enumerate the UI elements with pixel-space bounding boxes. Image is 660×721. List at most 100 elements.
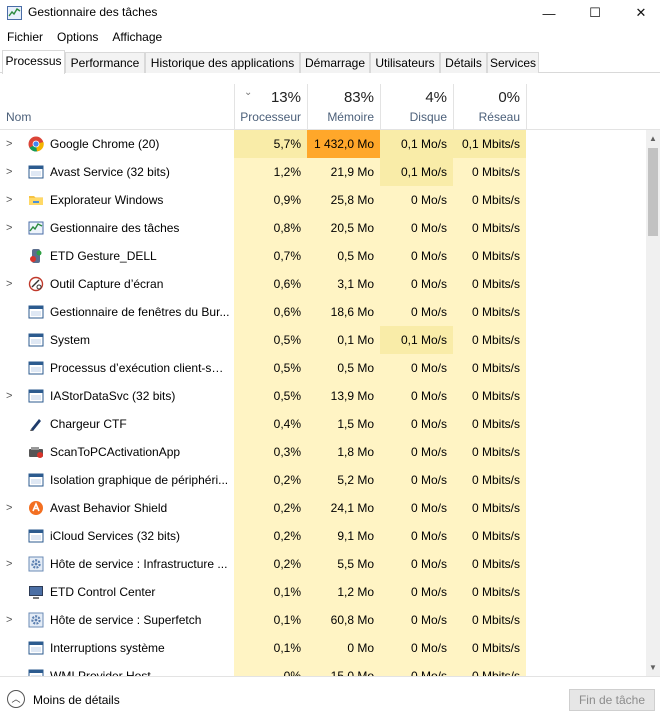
disk-cell: 0 Mo/s bbox=[380, 522, 453, 550]
expand-chevron-icon[interactable]: > bbox=[6, 130, 18, 158]
process-row[interactable]: > Outil Capture d’écran 0,6% 3,1 Mo 0 Mo… bbox=[0, 270, 646, 298]
cpu-cell: 0,2% bbox=[234, 522, 307, 550]
process-row[interactable]: > Google Chrome (20) 5,7% 1 432,0 Mo 0,1… bbox=[0, 130, 646, 158]
process-name: WMI Provider Host bbox=[50, 669, 151, 676]
disk-cell: 0,1 Mo/s bbox=[380, 326, 453, 354]
disk-cell: 0 Mo/s bbox=[380, 242, 453, 270]
end-task-button[interactable]: Fin de tâche bbox=[569, 689, 655, 711]
memory-cell: 5,5 Mo bbox=[307, 550, 380, 578]
process-name: Gestionnaire des tâches bbox=[50, 221, 180, 235]
network-cell: 0 Mbits/s bbox=[453, 662, 526, 676]
expand-chevron-icon[interactable]: > bbox=[6, 270, 18, 298]
cpu-cell: 0,5% bbox=[234, 354, 307, 382]
service-window-icon bbox=[28, 388, 44, 404]
column-header-cpu[interactable]: 13% Processeur bbox=[234, 84, 307, 130]
process-row[interactable]: Isolation graphique de périphéri... 0,2%… bbox=[0, 466, 646, 494]
network-cell: 0,1 Mbits/s bbox=[453, 130, 526, 158]
process-row[interactable]: System 0,5% 0,1 Mo 0,1 Mo/s 0 Mbits/s bbox=[0, 326, 646, 354]
column-header-disk[interactable]: 4% Disque bbox=[380, 84, 453, 130]
cpu-cell: 0,4% bbox=[234, 410, 307, 438]
vertical-scrollbar[interactable]: ▲ ▼ bbox=[646, 130, 660, 676]
process-row[interactable]: Gestionnaire de fenêtres du Bur... 0,6% … bbox=[0, 298, 646, 326]
process-row[interactable]: Interruptions système 0,1% 0 Mo 0 Mo/s 0… bbox=[0, 634, 646, 662]
collapse-chevron-up-icon[interactable]: ︿ bbox=[7, 690, 25, 708]
expand-chevron-icon[interactable]: > bbox=[6, 382, 18, 410]
memory-cell: 15,0 Mo bbox=[307, 662, 380, 676]
process-name: Explorateur Windows bbox=[50, 193, 164, 207]
disk-cell: 0 Mo/s bbox=[380, 578, 453, 606]
cpu-cell: 0,5% bbox=[234, 382, 307, 410]
tab-performance[interactable]: Performance bbox=[65, 52, 145, 73]
tab-services[interactable]: Services bbox=[487, 52, 539, 73]
tab-bar: Processus Performance Historique des app… bbox=[0, 50, 660, 74]
menu-options[interactable]: Options bbox=[50, 28, 105, 48]
scrollbar-thumb[interactable] bbox=[648, 148, 658, 236]
process-row[interactable]: ScanToPCActivationApp 0,3% 1,8 Mo 0 Mo/s… bbox=[0, 438, 646, 466]
process-row[interactable]: ETD Control Center 0,1% 1,2 Mo 0 Mo/s 0 … bbox=[0, 578, 646, 606]
column-divider[interactable] bbox=[526, 84, 527, 130]
disk-cell: 0 Mo/s bbox=[380, 410, 453, 438]
network-cell: 0 Mbits/s bbox=[453, 466, 526, 494]
network-cell: 0 Mbits/s bbox=[453, 298, 526, 326]
memory-cell: 60,8 Mo bbox=[307, 606, 380, 634]
column-header-name-label: Nom bbox=[6, 110, 32, 124]
scroll-down-arrow-icon[interactable]: ▼ bbox=[646, 659, 660, 676]
network-cell: 0 Mbits/s bbox=[453, 270, 526, 298]
menu-fichier[interactable]: Fichier bbox=[0, 28, 50, 48]
tab-processus[interactable]: Processus bbox=[2, 50, 65, 74]
tab-utilisateurs[interactable]: Utilisateurs bbox=[370, 52, 440, 73]
process-row[interactable]: > Hôte de service : Infrastructure ... 0… bbox=[0, 550, 646, 578]
minimize-button[interactable]: — bbox=[526, 0, 572, 26]
process-row[interactable]: > Explorateur Windows 0,9% 25,8 Mo 0 Mo/… bbox=[0, 186, 646, 214]
column-header-name[interactable]: Nom bbox=[0, 84, 234, 130]
column-header-memory[interactable]: 83% Mémoire bbox=[307, 84, 380, 130]
process-row[interactable]: WMI Provider Host 0% 15,0 Mo 0 Mo/s 0 Mb… bbox=[0, 662, 646, 676]
process-row[interactable]: > Avast Service (32 bits) 1,2% 21,9 Mo 0… bbox=[0, 158, 646, 186]
column-header-row: Nom ⌄ 13% Processeur 83% Mémoire 4% Disq… bbox=[0, 84, 660, 130]
process-row[interactable]: > Hôte de service : Superfetch 0,1% 60,8… bbox=[0, 606, 646, 634]
disk-cell: 0 Mo/s bbox=[380, 606, 453, 634]
memory-cell: 1,8 Mo bbox=[307, 438, 380, 466]
disk-cell: 0 Mo/s bbox=[380, 214, 453, 242]
close-button[interactable]: ✕ bbox=[618, 0, 660, 26]
cpu-cell: 0,6% bbox=[234, 298, 307, 326]
column-header-memory-label: Mémoire bbox=[327, 110, 374, 124]
process-row[interactable]: iCloud Services (32 bits) 0,2% 9,1 Mo 0 … bbox=[0, 522, 646, 550]
column-header-disk-label: Disque bbox=[409, 110, 447, 124]
footer-bar: ︿ Moins de détails Fin de tâche bbox=[0, 676, 660, 721]
tab-historique-applications[interactable]: Historique des applications bbox=[145, 52, 300, 73]
process-row[interactable]: > Avast Behavior Shield 0,2% 24,1 Mo 0 M… bbox=[0, 494, 646, 522]
expand-chevron-icon[interactable]: > bbox=[6, 606, 18, 634]
expand-chevron-icon[interactable]: > bbox=[6, 494, 18, 522]
tab-details[interactable]: Détails bbox=[440, 52, 487, 73]
memory-cell: 25,8 Mo bbox=[307, 186, 380, 214]
network-cell: 0 Mbits/s bbox=[453, 354, 526, 382]
expand-chevron-icon[interactable]: > bbox=[6, 158, 18, 186]
process-name: Interruptions système bbox=[50, 641, 165, 655]
expand-chevron-icon[interactable]: > bbox=[6, 214, 18, 242]
task-manager-app-icon bbox=[7, 6, 22, 20]
scroll-up-arrow-icon[interactable]: ▲ bbox=[646, 130, 660, 147]
column-header-network[interactable]: 0% Réseau bbox=[453, 84, 526, 130]
maximize-button[interactable]: ☐ bbox=[572, 0, 618, 26]
process-row[interactable]: > Gestionnaire des tâches 0,8% 20,5 Mo 0… bbox=[0, 214, 646, 242]
disk-total: 4% bbox=[425, 89, 447, 106]
expand-chevron-icon[interactable]: > bbox=[6, 550, 18, 578]
menu-affichage[interactable]: Affichage bbox=[105, 28, 169, 48]
less-details-link[interactable]: Moins de détails bbox=[33, 693, 120, 707]
disk-cell: 0 Mo/s bbox=[380, 438, 453, 466]
tab-demarrage[interactable]: Démarrage bbox=[300, 52, 370, 73]
process-row[interactable]: Chargeur CTF 0,4% 1,5 Mo 0 Mo/s 0 Mbits/… bbox=[0, 410, 646, 438]
process-name: Hôte de service : Infrastructure ... bbox=[50, 557, 228, 571]
process-row[interactable]: > IAStorDataSvc (32 bits) 0,5% 13,9 Mo 0… bbox=[0, 382, 646, 410]
expand-chevron-icon[interactable]: > bbox=[6, 186, 18, 214]
snipping-tool-icon bbox=[28, 276, 44, 292]
cpu-cell: 0,9% bbox=[234, 186, 307, 214]
gear-icon bbox=[28, 612, 44, 628]
process-row[interactable]: Processus d’exécution client-ser... 0,5%… bbox=[0, 354, 646, 382]
network-cell: 0 Mbits/s bbox=[453, 242, 526, 270]
disk-cell: 0 Mo/s bbox=[380, 466, 453, 494]
process-row[interactable]: ETD Gesture_DELL 0,7% 0,5 Mo 0 Mo/s 0 Mb… bbox=[0, 242, 646, 270]
task-manager-icon bbox=[28, 220, 44, 236]
disk-cell: 0 Mo/s bbox=[380, 662, 453, 676]
